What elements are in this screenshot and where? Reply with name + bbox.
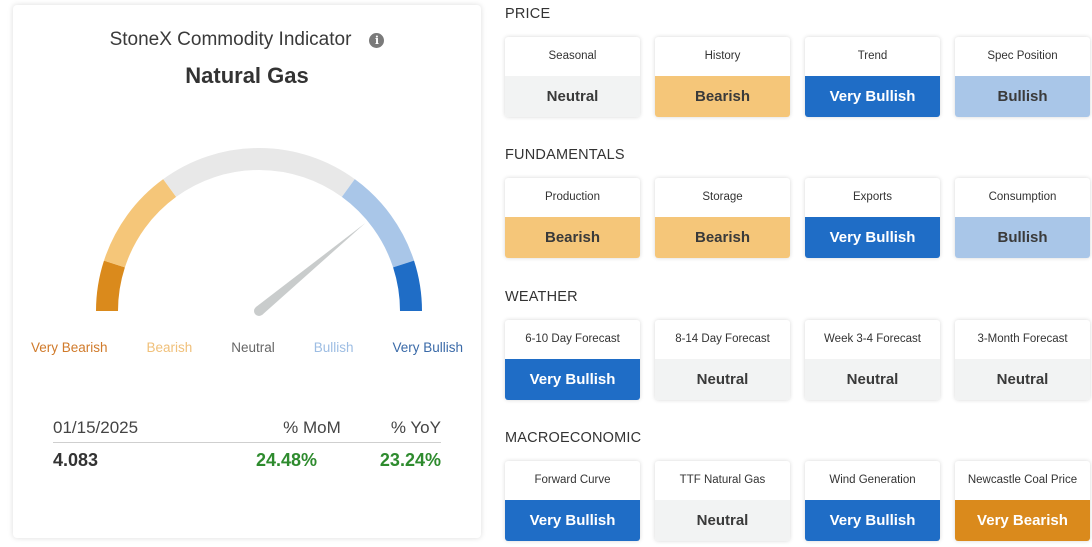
stats-mom-value: 24.48%: [255, 449, 318, 470]
gauge-label-bearish: Bearish: [146, 340, 193, 355]
tile-label: Seasonal: [548, 50, 597, 62]
tile-signal: Bullish: [955, 76, 1090, 117]
tile-signal: Very Bullish: [505, 359, 640, 400]
gauge-needle-hub: [254, 306, 264, 316]
tile-signal: Bearish: [655, 76, 790, 117]
indicator-tile-consumption[interactable]: Consumption Bullish: [955, 178, 1090, 258]
indicator-tile-exports[interactable]: Exports Very Bullish: [805, 178, 940, 258]
indicator-tile-3-month-forecast[interactable]: 3-Month Forecast Neutral: [955, 320, 1090, 400]
tile-signal: Neutral: [655, 500, 790, 541]
stats-mom-label: % MoM: [283, 417, 341, 437]
info-icon[interactable]: i: [369, 32, 385, 48]
gauge-label-bullish: Bullish: [313, 340, 354, 355]
gauge-segment-very-bearish: [96, 260, 125, 312]
section-title-macroeconomic: MACROECONOMIC: [505, 430, 642, 446]
indicator-tile-history[interactable]: History Bearish: [655, 37, 790, 117]
tile-signal: Neutral: [955, 359, 1090, 400]
commodity-indicator-card: StoneX Commodity Indicator i Natural Gas…: [13, 5, 481, 538]
section-title-fundamentals: FUNDAMENTALS: [505, 147, 625, 163]
indicator-tile-trend[interactable]: Trend Very Bullish: [805, 37, 940, 117]
indicator-tile-storage[interactable]: Storage Bearish: [655, 178, 790, 258]
indicator-tile-week-3-4-forecast[interactable]: Week 3-4 Forecast Neutral: [805, 320, 940, 400]
tile-label: Production: [545, 191, 600, 203]
gauge-scale-labels: Very Bearish Bearish Neutral Bullish Very Bu…: [31, 340, 463, 355]
tile-label: 3-Month Forecast: [977, 333, 1068, 345]
tile-signal: Neutral: [505, 76, 640, 117]
indicator-tile-spec-position[interactable]: Spec Position Bullish: [955, 37, 1090, 117]
tile-label: Trend: [857, 50, 888, 62]
tile-signal: Very Bullish: [805, 76, 940, 117]
tile-signal: Bearish: [505, 217, 640, 258]
section-title-price: PRICE: [505, 6, 551, 22]
gauge-label-neutral: Neutral: [231, 340, 275, 355]
price-stats: 01/15/2025 % MoM % YoY 4.083 24.48% 23.2…: [53, 413, 441, 477]
stats-price: 4.083: [53, 449, 99, 470]
tile-signal: Very Bullish: [505, 500, 640, 541]
tile-label: Spec Position: [987, 50, 1058, 62]
tile-signal: Very Bullish: [805, 217, 940, 258]
indicator-tile-6-10-day-forecast[interactable]: 6-10 Day Forecast Very Bullish: [505, 320, 640, 400]
gauge-needle: [255, 223, 366, 315]
gauge-segment-very-bullish: [393, 260, 422, 312]
tile-signal: Bearish: [655, 217, 790, 258]
gauge-segment-neutral: [163, 148, 355, 198]
tile-signal: Very Bearish: [955, 500, 1090, 541]
tile-label: Consumption: [988, 191, 1057, 203]
indicator-tile-ttf-natural-gas[interactable]: TTF Natural Gas Neutral: [655, 461, 790, 541]
stats-yoy-value: 23.24%: [379, 449, 441, 470]
tile-signal: Neutral: [655, 359, 790, 400]
tile-label: Newcastle Coal Price: [967, 474, 1078, 486]
tile-label: Exports: [853, 191, 892, 203]
gauge-label-very-bullish: Very Bullish: [392, 340, 463, 355]
section-title-weather: WEATHER: [505, 289, 578, 305]
commodity-name: Natural Gas: [185, 63, 309, 88]
stats-values: 4.083 24.48% 23.24%: [53, 443, 441, 477]
tile-label: Storage: [702, 191, 743, 203]
tile-signal: Neutral: [805, 359, 940, 400]
stats-header: 01/15/2025 % MoM % YoY: [53, 413, 441, 443]
tile-label: Wind Generation: [829, 474, 916, 486]
stats-yoy-label: % YoY: [390, 417, 441, 437]
indicator-tile-seasonal[interactable]: Seasonal Neutral: [505, 37, 640, 117]
tile-label: 8-14 Day Forecast: [675, 333, 770, 345]
indicator-tile-forward-curve[interactable]: Forward Curve Very Bullish: [505, 461, 640, 541]
gauge-segment-bullish: [341, 179, 415, 268]
tile-label: History: [704, 50, 741, 62]
tile-label: Week 3-4 Forecast: [824, 333, 921, 345]
indicator-tile-wind-generation[interactable]: Wind Generation Very Bullish: [805, 461, 940, 541]
tile-label: TTF Natural Gas: [679, 474, 766, 486]
indicator-tile-newcastle-coal-price[interactable]: Newcastle Coal Price Very Bearish: [955, 461, 1090, 541]
card-title-row: StoneX Commodity Indicator i: [13, 29, 481, 51]
tile-label: 6-10 Day Forecast: [525, 333, 620, 345]
indicator-tile-8-14-day-forecast[interactable]: 8-14 Day Forecast Neutral: [655, 320, 790, 400]
tile-signal: Bullish: [955, 217, 1090, 258]
gauge-label-very-bearish: Very Bearish: [31, 340, 108, 355]
sentiment-gauge: [96, 148, 422, 316]
stats-date: 01/15/2025: [53, 417, 139, 437]
gauge-segment-bearish: [103, 179, 177, 268]
indicator-tile-production[interactable]: Production Bearish: [505, 178, 640, 258]
card-title: StoneX Commodity Indicator: [109, 29, 352, 50]
tile-signal: Very Bullish: [805, 500, 940, 541]
tile-label: Forward Curve: [534, 474, 611, 486]
